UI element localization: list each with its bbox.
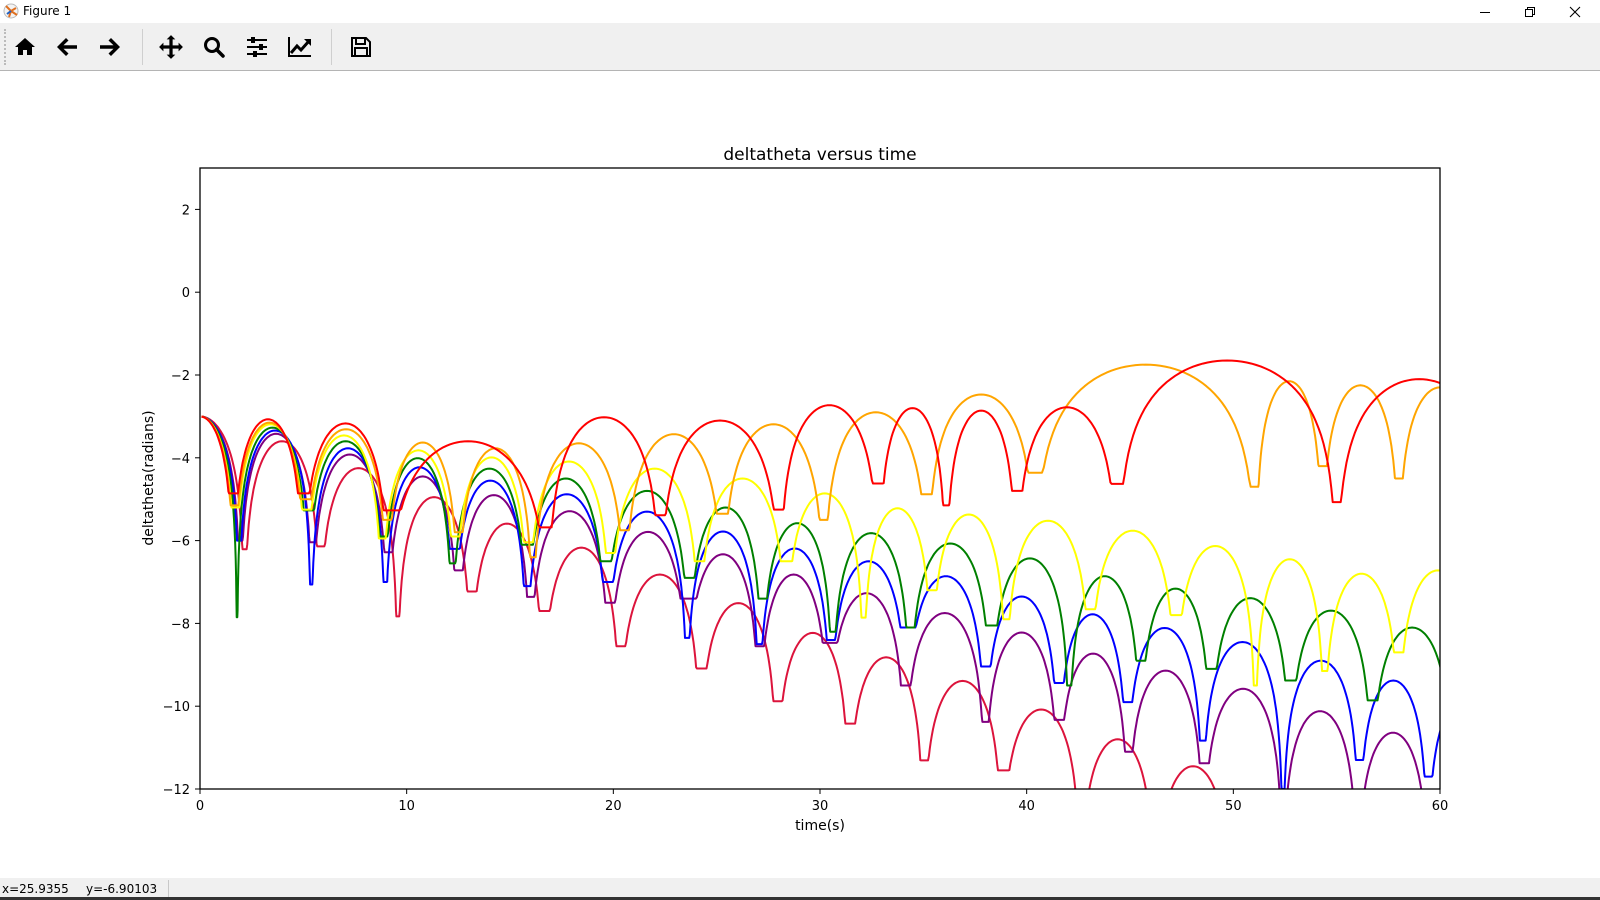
figure-canvas[interactable]: deltatheta versus time 0 10 20 30 40 50 60 −12… [0,0,1600,900]
cursor-y-readout: y=-6.90103 [86,882,158,896]
x-tick-label: 40 [1018,799,1035,814]
x-tick-label: 20 [605,799,622,814]
y-tick-label: −4 [171,452,190,467]
series-line-crimson [201,415,1216,789]
y-tick-label: −2 [171,369,190,384]
y-tick-label: 2 [182,203,190,218]
y-tick-label: −12 [163,783,190,798]
y-tick-label: −8 [171,617,190,632]
x-tick-label: 30 [812,799,829,814]
y-tick-label: −6 [171,535,190,550]
chart-title: deltatheta versus time [723,145,916,165]
x-tick-label: 60 [1432,799,1449,814]
y-axis: −12 −10 −8 −6 −4 −2 0 2 [163,203,200,798]
x-tick-label: 10 [398,799,415,814]
axes-frame [199,167,1441,790]
x-axis: 0 10 20 30 40 50 60 [196,789,1448,814]
y-tick-label: −10 [163,700,190,715]
plot-lines [201,359,1440,789]
x-axis-label: time(s) [795,818,845,834]
x-tick-label: 50 [1225,799,1242,814]
cursor-x-readout: x=25.9355 [2,882,69,896]
y-tick-label: 0 [182,286,190,301]
x-tick-label: 0 [196,799,204,814]
y-axis-label: deltatheta(radians) [141,410,157,545]
status-separator [168,880,169,898]
